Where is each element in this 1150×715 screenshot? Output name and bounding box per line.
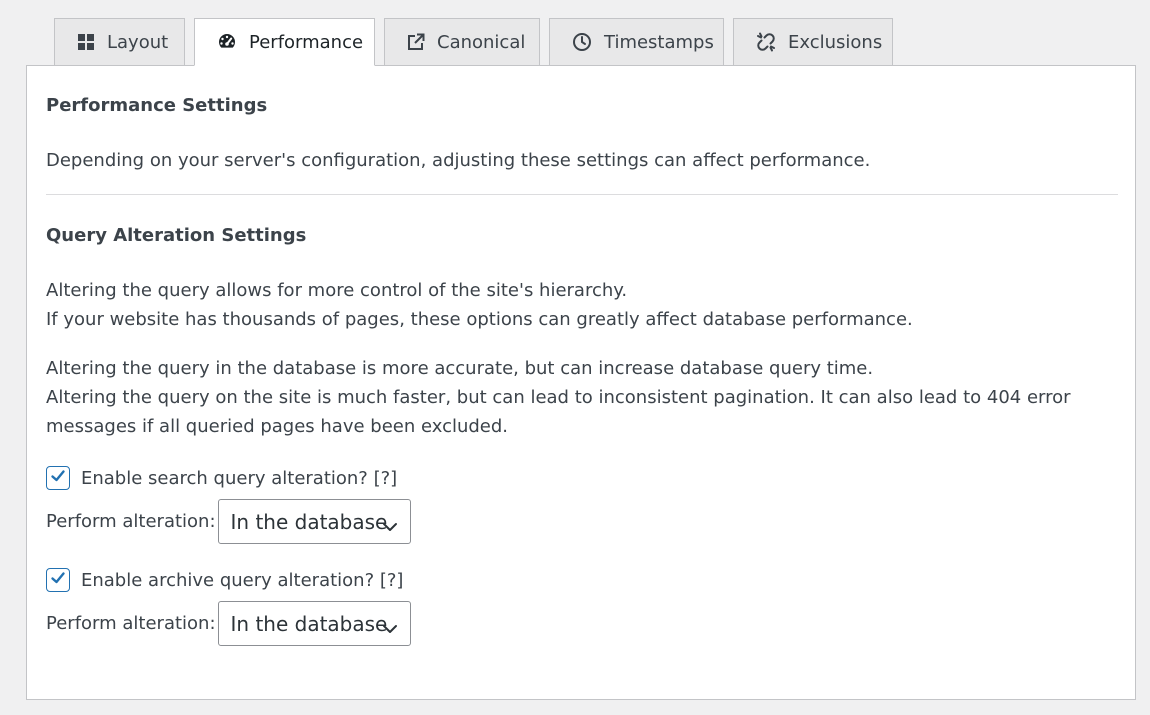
checkmark-icon	[49, 569, 67, 592]
section-divider	[46, 194, 1118, 195]
grid-icon	[77, 32, 95, 52]
tab-layout[interactable]: Layout	[54, 18, 185, 66]
archive-perform-select[interactable]: In the database	[217, 601, 411, 646]
query-heading: Query Alteration Settings	[46, 225, 307, 246]
search-alteration-label[interactable]: Enable search query alteration? [?]	[81, 468, 397, 489]
archive-alteration-checkbox[interactable]	[46, 568, 70, 592]
chevron-down-icon	[382, 616, 398, 640]
search-perform-select[interactable]: In the database	[217, 499, 411, 544]
search-perform-row: Perform alteration: In the database	[46, 499, 411, 544]
tab-exclusions[interactable]: Exclusions	[733, 18, 893, 66]
query-speed-note: Altering the query on the site is much f…	[46, 387, 1071, 437]
checkmark-icon	[49, 467, 67, 490]
settings-tabs: Layout Performance Canonical Timestamps …	[54, 18, 893, 66]
archive-alteration-row: Enable archive query alteration? [?]	[46, 568, 403, 592]
dashboard-icon	[217, 32, 237, 52]
tab-canonical[interactable]: Canonical	[384, 18, 540, 66]
external-link-icon	[407, 32, 425, 52]
search-alteration-checkbox[interactable]	[46, 466, 70, 490]
search-alteration-row: Enable search query alteration? [?]	[46, 466, 397, 490]
tab-timestamps[interactable]: Timestamps	[549, 18, 724, 66]
select-value: In the database	[230, 509, 388, 534]
query-intro-line-2: If your website has thousands of pages, …	[46, 309, 913, 330]
tab-performance[interactable]: Performance	[194, 18, 375, 66]
broken-link-icon	[756, 32, 776, 52]
performance-heading: Performance Settings	[46, 95, 268, 116]
archive-perform-row: Perform alteration: In the database	[46, 601, 411, 646]
tab-label: Exclusions	[788, 31, 883, 53]
query-intro-line-1: Altering the query allows for more contr…	[46, 280, 628, 301]
select-value: In the database	[230, 611, 388, 636]
settings-panel: Performance Settings Depending on your s…	[26, 65, 1136, 700]
tab-label: Canonical	[437, 31, 526, 53]
query-accuracy-line: Altering the query in the database is mo…	[46, 358, 874, 379]
tab-label: Performance	[249, 31, 364, 53]
tab-label: Timestamps	[604, 31, 714, 53]
search-perform-label: Perform alteration:	[46, 511, 216, 532]
tab-label: Layout	[107, 31, 169, 53]
archive-perform-label: Perform alteration:	[46, 613, 216, 634]
chevron-down-icon	[382, 514, 398, 538]
archive-alteration-label[interactable]: Enable archive query alteration? [?]	[81, 570, 403, 591]
performance-description: Depending on your server's configuration…	[46, 150, 871, 171]
clock-icon	[572, 32, 592, 52]
